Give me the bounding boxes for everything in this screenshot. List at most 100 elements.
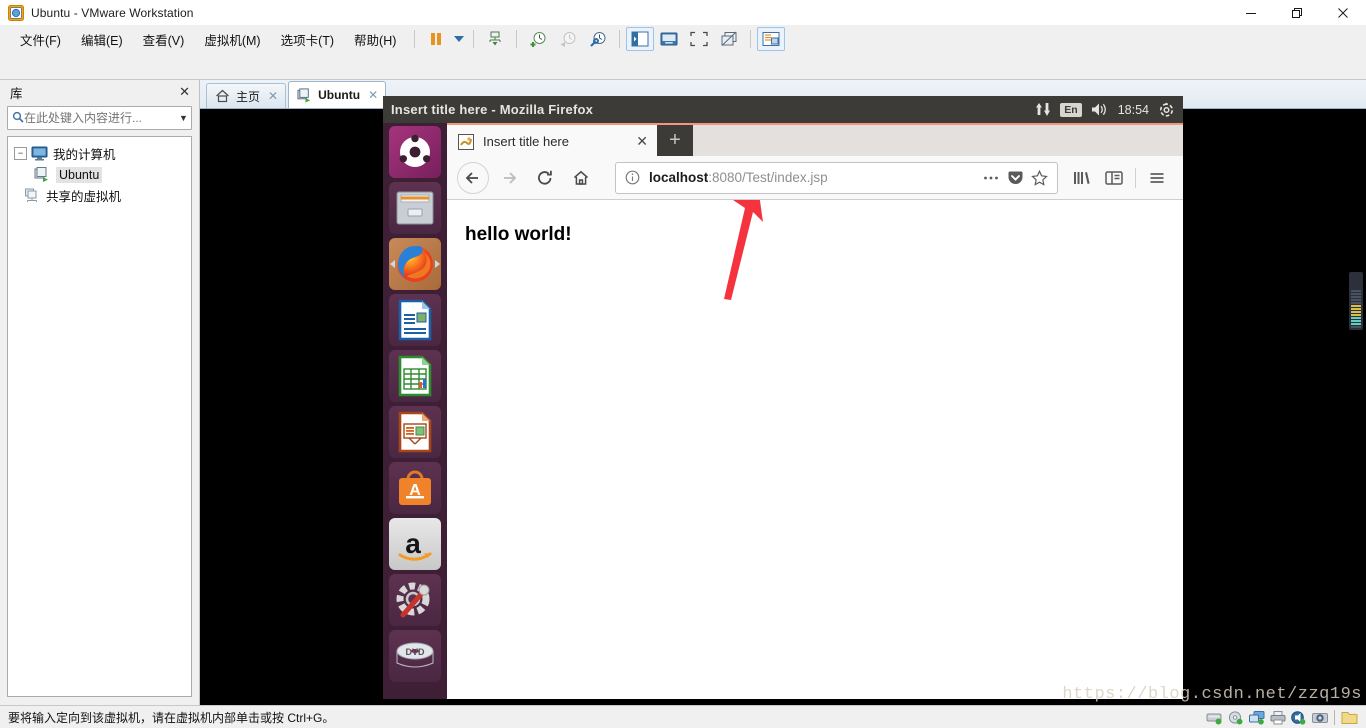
cd-dvd-icon[interactable] <box>1225 706 1246 728</box>
menu-view[interactable]: 查看(V) <box>133 27 195 52</box>
menu-edit[interactable]: 编辑(E) <box>71 27 133 52</box>
toolbar-divider <box>1135 167 1136 188</box>
performance-strip <box>1349 272 1363 330</box>
gear-icon[interactable] <box>1158 102 1175 118</box>
window-titlebar: Ubuntu - VMware Workstation <box>0 0 1366 25</box>
hard-disk-icon[interactable] <box>1204 706 1225 728</box>
launcher-libreoffice-writer[interactable] <box>389 294 441 346</box>
perf-bar <box>1351 311 1361 313</box>
launcher-ubuntu-software[interactable]: A <box>389 462 441 514</box>
chevron-down-icon[interactable]: ▼ <box>179 113 188 123</box>
pocket-icon[interactable] <box>1003 170 1027 186</box>
network-adapter-icon[interactable] <box>1246 706 1267 728</box>
launcher-running-arrow-right <box>435 260 440 268</box>
sidebar-toggle-button[interactable] <box>1098 162 1130 194</box>
back-button[interactable] <box>457 161 489 194</box>
printer-icon[interactable] <box>1267 706 1288 728</box>
show-thumbnail-bar-button[interactable] <box>654 27 684 51</box>
star-icon[interactable] <box>1027 169 1051 186</box>
close-icon[interactable]: ✕ <box>636 133 648 150</box>
perf-bar <box>1351 302 1361 304</box>
expander-icon[interactable]: − <box>14 147 27 160</box>
launcher-libreoffice-calc[interactable] <box>389 350 441 402</box>
home-button[interactable] <box>565 162 597 194</box>
camera-icon[interactable] <box>1309 706 1330 728</box>
menu-help[interactable]: 帮助(H) <box>344 27 406 52</box>
tree-item-shared-vms[interactable]: 共享的虚拟机 <box>8 185 191 206</box>
revert-snapshot-button[interactable] <box>553 27 583 51</box>
launcher-ubuntu-dash[interactable] <box>389 126 441 178</box>
clock[interactable]: 18:54 <box>1118 103 1149 117</box>
ubuntu-desktop-body: A a DVD Insert title here ✕ + localhost:… <box>383 123 1183 699</box>
fullscreen-button[interactable] <box>684 27 714 51</box>
red-arrow-annotation <box>724 200 763 300</box>
perf-bar <box>1351 314 1361 316</box>
library-button[interactable] <box>1066 162 1098 194</box>
library-panel: 库 ✕ ▼ − <box>0 80 200 705</box>
statusbar-divider <box>1334 710 1335 725</box>
launcher-system-settings[interactable] <box>389 574 441 626</box>
volume-icon[interactable] <box>1091 102 1109 117</box>
launcher-dvd-drive[interactable]: DVD <box>389 630 441 682</box>
snapshot-manager-button[interactable] <box>583 27 613 51</box>
restore-button[interactable] <box>1274 0 1320 25</box>
launcher-amazon[interactable]: a <box>389 518 441 570</box>
tree-item-my-computer[interactable]: − 我的计算机 <box>8 143 191 164</box>
vm-running-icon <box>34 166 51 183</box>
computer-icon <box>31 146 48 162</box>
vm-tab-ubuntu[interactable]: Ubuntu ✕ <box>288 81 387 108</box>
library-header: 库 ✕ <box>0 80 199 104</box>
close-icon[interactable]: ✕ <box>368 88 378 102</box>
suspend-button[interactable] <box>421 27 451 51</box>
library-tree: − 我的计算机 Ubuntu 共享的虚拟机 <box>7 136 192 697</box>
perf-bar <box>1351 290 1361 292</box>
minimize-button[interactable] <box>1228 0 1274 25</box>
ubuntu-guest-desktop: Insert title here - Mozilla Firefox En 1… <box>383 96 1183 699</box>
close-icon[interactable]: ✕ <box>176 84 193 100</box>
console-view-button[interactable] <box>757 27 786 51</box>
launcher-active-arrow-left <box>390 260 395 268</box>
tree-item-label: 我的计算机 <box>53 148 116 162</box>
new-tab-button[interactable]: + <box>657 125 693 156</box>
vm-tab-home[interactable]: 主页 ✕ <box>206 83 287 108</box>
search-input[interactable] <box>24 111 179 125</box>
menu-tabs[interactable]: 选项卡(T) <box>271 27 344 52</box>
menu-vm[interactable]: 虚拟机(M) <box>194 27 270 52</box>
window-controls <box>1228 0 1366 25</box>
ellipsis-icon[interactable] <box>979 175 1003 181</box>
send-ctrl-alt-del-button[interactable] <box>480 27 510 51</box>
power-dropdown[interactable] <box>451 27 467 51</box>
library-search[interactable]: ▼ <box>7 106 192 130</box>
app-menu-button[interactable] <box>1141 162 1173 194</box>
keyboard-layout-indicator[interactable]: En <box>1060 102 1082 117</box>
perf-bar <box>1351 320 1361 322</box>
launcher-files[interactable] <box>389 182 441 234</box>
url-path: :8080/Test/index.jsp <box>708 170 828 185</box>
shared-vm-icon <box>24 188 41 204</box>
firefox-tab-title: Insert title here <box>483 134 569 149</box>
home-icon <box>215 89 231 104</box>
folder-shared-icon[interactable] <box>1339 706 1360 728</box>
tree-item-ubuntu[interactable]: Ubuntu <box>8 164 191 185</box>
network-updown-icon[interactable] <box>1035 102 1051 117</box>
page-favicon <box>458 133 474 150</box>
take-snapshot-button[interactable] <box>523 27 553 51</box>
menu-file[interactable]: 文件(F) <box>10 27 71 52</box>
close-icon[interactable]: ✕ <box>268 89 278 103</box>
launcher-firefox[interactable] <box>389 238 441 290</box>
forward-button[interactable] <box>493 162 525 194</box>
page-info-icon[interactable] <box>625 170 643 185</box>
url-text[interactable]: localhost:8080/Test/index.jsp <box>643 170 979 185</box>
launcher-libreoffice-impress[interactable] <box>389 406 441 458</box>
url-bar[interactable]: localhost:8080/Test/index.jsp <box>615 161 1058 194</box>
sound-card-icon[interactable] <box>1288 706 1309 728</box>
tree-item-label: 共享的虚拟机 <box>46 190 122 204</box>
svg-text:DVD: DVD <box>405 647 425 657</box>
firefox-tab[interactable]: Insert title here ✕ <box>447 125 657 156</box>
reload-button[interactable] <box>529 162 561 194</box>
unity-mode-button[interactable] <box>714 27 744 51</box>
close-button[interactable] <box>1320 0 1366 25</box>
show-library-button[interactable] <box>626 27 655 51</box>
watermark: https://blog.csdn.net/zzq19s <box>1062 685 1362 704</box>
page-heading: hello world! <box>465 224 572 245</box>
